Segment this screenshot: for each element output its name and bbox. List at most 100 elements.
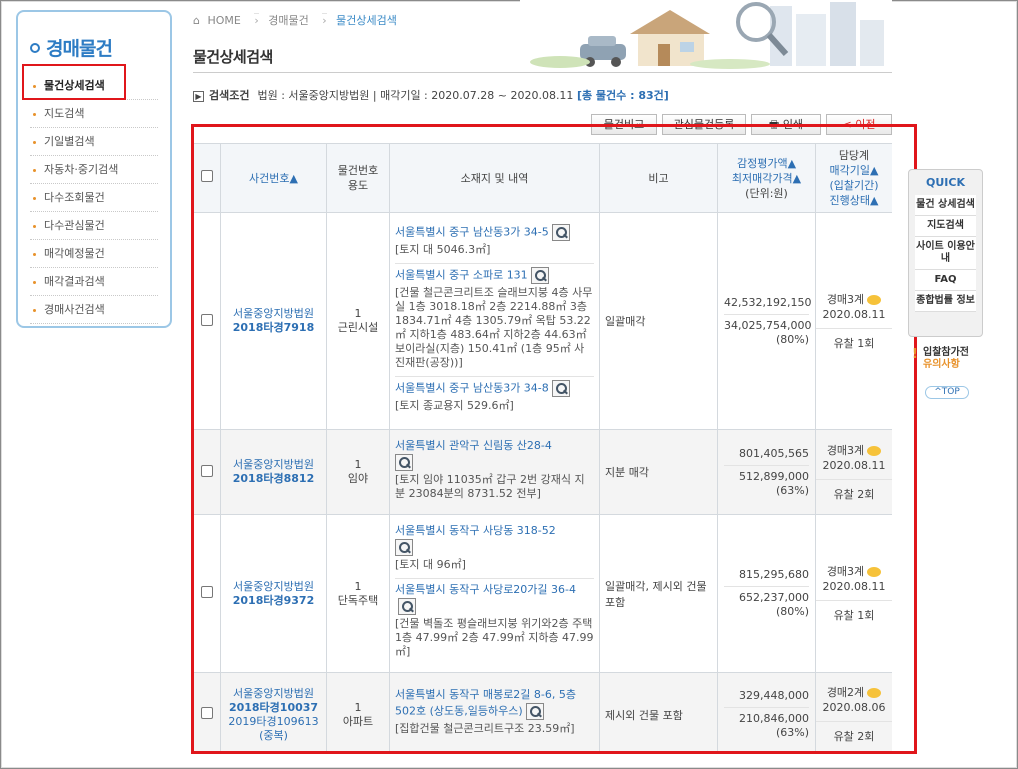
sidebar-item-date-search[interactable]: 기일별검색 (30, 128, 158, 156)
speech-bubble-icon[interactable] (867, 567, 882, 577)
quick-item-faq[interactable]: FAQ (915, 270, 976, 291)
sidebar-menu: 물건상세검색 지도검색 기일별검색 자동차·중기검색 다수조회물건 다수관심물건… (30, 72, 158, 324)
table-row: 서울중앙지방법원 2018타경8812 1 임야 서울특별시 관악구 신림동 산28… (193, 429, 892, 515)
sidebar-item-most-interest[interactable]: 다수관심물건 (30, 212, 158, 240)
address-link[interactable]: 서울특별시 동작구 매봉로2길 8-6, 5층502호 (상도동,일등하우스) (395, 687, 594, 720)
status-cell: 경매2계 2020.08.06 유찰 2회 (815, 672, 892, 754)
location-cell: 서울특별시 관악구 신림동 산28-4 [토지 임야 11035㎡ 갑구 2번 … (389, 429, 600, 515)
price-cell: 42,532,192,150 34,025,754,000 (80%) (717, 212, 816, 430)
case-cell[interactable]: 서울중앙지방법원 2018타경9372 (220, 514, 327, 673)
highlight-box-active-menu (22, 64, 126, 100)
breadcrumb-home[interactable]: HOME (207, 14, 240, 27)
select-all-header (193, 143, 221, 213)
case-cell[interactable]: 서울중앙지방법원 2018타경7918 (220, 212, 327, 430)
header-illustration (520, 0, 892, 72)
bid-notice-link[interactable]: ! 입찰참가전 유의사항 (912, 347, 983, 371)
breadcrumb-current: 물건상세검색 (336, 14, 397, 27)
compare-button[interactable]: 물건비교 (591, 114, 657, 135)
quick-menu-list: 물건 상세검색 지도검색 사이트 이용안내 FAQ 종합법률 정보 (915, 195, 976, 312)
table-row: 서울중앙지방법원 2018타경10037 2019타경109613 (중복) 1 아파트… (193, 672, 892, 754)
bullet-icon (30, 43, 40, 53)
total-count: [총 물건수 : 83건] (576, 89, 669, 102)
location-cell: 서울특별시 동작구 매봉로2길 8-6, 5층502호 (상도동,일등하우스) … (389, 672, 600, 754)
speech-bubble-icon[interactable] (867, 445, 882, 456)
status-cell: 경매3계 2020.08.11 유찰 1회 (815, 514, 892, 673)
speech-bubble-icon[interactable] (867, 294, 882, 305)
chevron-right-icon: › (254, 13, 259, 27)
home-icon[interactable]: ⌂ (193, 14, 200, 27)
address-link[interactable]: 서울특별시 중구 남산동3가 34-8 (395, 379, 594, 397)
table-header-row: 사건번호▲ 물건번호 용도 소재지 및 내역 비고 감정평가액▲ 최저매각가격▲ (단… (193, 143, 892, 213)
address-link[interactable]: 서울특별시 동작구 사당로20가길 36-4 (395, 582, 594, 615)
quick-item-map-search[interactable]: 지도검색 (915, 216, 976, 237)
chevron-right-icon: › (322, 13, 327, 27)
header-price[interactable]: 감정평가액▲ 최저매각가격▲ (단위:원) (717, 143, 816, 213)
price-cell: 801,405,565 512,899,000 (63%) (717, 429, 816, 515)
table-row: 서울중앙지방법원 2018타경9372 1 단독주택 서울특별시 동작구 사당동 3… (193, 514, 892, 673)
magnifier-icon[interactable] (551, 379, 570, 397)
status-cell: 경매3계 2020.08.11 유찰 2회 (815, 429, 892, 515)
address-link[interactable]: 서울특별시 관악구 신림동 산28-4 (395, 438, 594, 471)
conditions-text: 법원 : 서울중앙지방법원 | 매각기일 : 2020.07.28 ~ 2020… (257, 89, 574, 102)
magnifier-icon[interactable] (395, 538, 413, 556)
sidebar-item-vehicle-search[interactable]: 자동차·중기검색 (30, 156, 158, 184)
table-row: 서울중앙지방법원 2018타경7918 1 근린시설 서울특별시 중구 남산동3가 … (193, 212, 892, 430)
sidebar-item-map-search[interactable]: 지도검색 (30, 100, 158, 128)
speech-bubble-icon[interactable] (867, 688, 882, 698)
quick-menu: QUICK 물건 상세검색 지도검색 사이트 이용안내 FAQ 종합법률 정보 (908, 169, 983, 337)
printer-icon: 🖶 (768, 118, 780, 131)
print-button[interactable]: 🖶 인쇄 (751, 114, 821, 135)
results-table-container: 사건번호▲ 물건번호 용도 소재지 및 내역 비고 감정평가액▲ 최저매각가격▲ (단… (193, 143, 892, 754)
previous-button[interactable]: < 이전 (826, 114, 892, 135)
breadcrumb-level1[interactable]: 경매물건 (268, 14, 308, 27)
quick-item-detail-search[interactable]: 물건 상세검색 (915, 195, 976, 216)
sidebar-item-scheduled[interactable]: 매각예정물건 (30, 240, 158, 268)
search-conditions: ▶ 검색조건 법원 : 서울중앙지방법원 | 매각기일 : 2020.07.28 ~… (193, 87, 669, 103)
address-link[interactable]: 서울특별시 동작구 사당동 318-52 (395, 523, 594, 556)
price-cell: 329,448,000 210,846,000 (63%) (717, 672, 816, 754)
magnifier-icon[interactable] (398, 597, 416, 615)
magnifier-icon[interactable] (525, 703, 544, 720)
register-interest-button[interactable]: 관심물건등록 (662, 114, 746, 135)
page-title: 물건상세검색 (193, 48, 273, 66)
address-link[interactable]: 서울특별시 중구 남산동3가 34-5 (395, 223, 594, 241)
note-cell: 지분 매각 (599, 429, 718, 515)
header-status[interactable]: 담당계 매각기일▲ (입찰기간) 진행상태▲ (815, 143, 892, 213)
use-cell: 1 근린시설 (326, 212, 390, 430)
sidebar: 경매물건 물건상세검색 지도검색 기일별검색 자동차·중기검색 다수조회물건 다… (16, 10, 172, 328)
magnifier-icon[interactable] (551, 223, 570, 241)
address-link[interactable]: 서울특별시 중구 소파로 131 (395, 266, 594, 284)
exclamation-icon: ! (912, 347, 918, 362)
breadcrumb: ⌂ HOME › 경매물건 › 물건상세검색 (193, 12, 401, 28)
header-case-number[interactable]: 사건번호▲ (220, 143, 327, 213)
select-all-checkbox[interactable] (201, 170, 213, 182)
row-checkbox[interactable] (201, 313, 213, 326)
row-checkbox[interactable] (201, 707, 213, 719)
sidebar-item-most-viewed[interactable]: 다수조회물건 (30, 184, 158, 212)
header-location: 소재지 및 내역 (389, 143, 600, 213)
location-cell: 서울특별시 중구 남산동3가 34-5 [토지 대 5046.3㎡] 서울특별시… (389, 212, 600, 430)
conditions-label: 검색조건 (209, 89, 250, 102)
row-checkbox[interactable] (201, 586, 213, 598)
results-table: 사건번호▲ 물건번호 용도 소재지 및 내역 비고 감정평가액▲ 최저매각가격▲ (단… (193, 143, 892, 754)
status-cell: 경매3계 2020.08.11 유찰 1회 (815, 212, 892, 430)
sidebar-item-case-search[interactable]: 경매사건검색 (30, 296, 158, 324)
sidebar-title: 경매물건 (30, 34, 113, 61)
use-cell: 1 단독주택 (326, 514, 390, 673)
case-cell[interactable]: 서울중앙지방법원 2018타경8812 (220, 429, 327, 515)
note-cell: 일괄매각, 제시외 건물 포함 (599, 514, 718, 673)
row-checkbox[interactable] (201, 464, 213, 477)
quick-item-law-info[interactable]: 종합법률 정보 (915, 291, 976, 312)
divider (193, 72, 892, 73)
location-cell: 서울특별시 동작구 사당동 318-52 [토지 대 96㎡] 서울특별시 동작… (389, 514, 600, 673)
header-note: 비고 (599, 143, 718, 213)
magnifier-icon[interactable] (395, 453, 413, 471)
case-cell[interactable]: 서울중앙지방법원 2018타경10037 2019타경109613 (중복) (220, 672, 327, 754)
quick-item-site-guide[interactable]: 사이트 이용안내 (915, 237, 976, 270)
scroll-top-button[interactable]: ^TOP (925, 386, 969, 399)
header-item-use: 물건번호 용도 (326, 143, 390, 213)
magnifier-icon[interactable] (530, 266, 549, 284)
sidebar-item-result-search[interactable]: 매각결과검색 (30, 268, 158, 296)
price-cell: 815,295,680 652,237,000 (80%) (717, 514, 816, 673)
use-cell: 1 임야 (326, 429, 390, 515)
